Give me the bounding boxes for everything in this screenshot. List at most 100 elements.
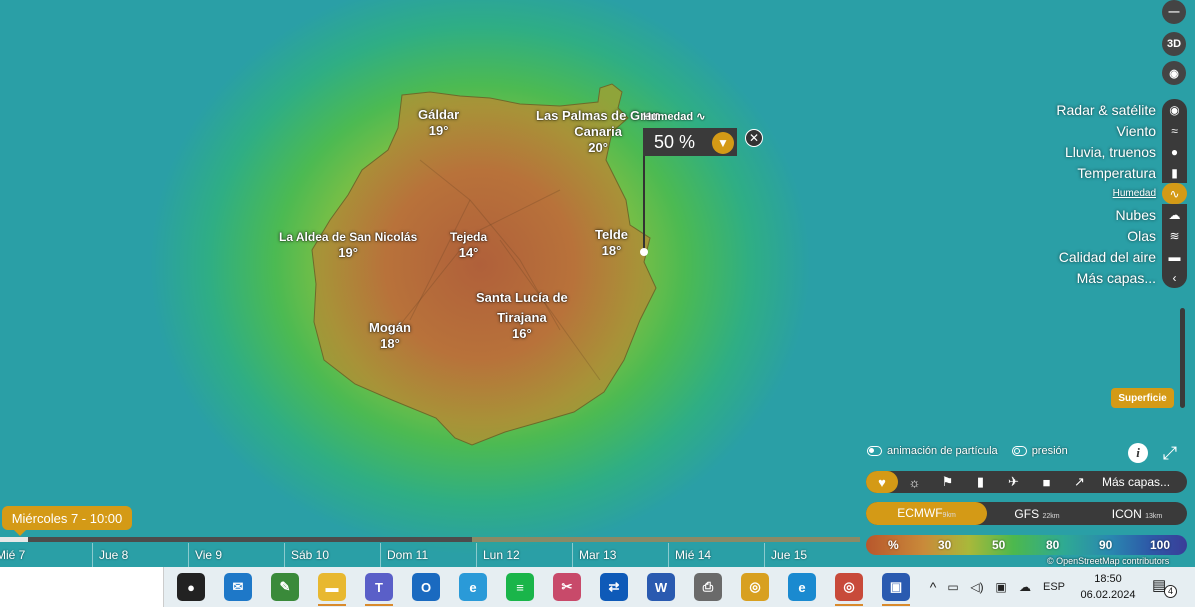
info-icon[interactable]: i — [1128, 443, 1148, 463]
weather-icon[interactable]: ☼ — [898, 475, 931, 490]
chevron-down-icon[interactable]: ▼ — [712, 132, 734, 154]
printer-icon[interactable]: ⎙ — [694, 573, 722, 601]
timeline-future — [472, 537, 860, 542]
taskbar-clock[interactable]: 18:50 06.02.2024 — [1075, 571, 1141, 603]
radar-icon: ◉ — [1162, 99, 1187, 120]
timeline-day[interactable]: Jue 8 — [91, 543, 188, 567]
humidity-icon: ∿ — [1162, 183, 1187, 204]
value-popup[interactable]: Humedad ∿ 50 % ▼ ✕ — [640, 111, 763, 256]
city-label[interactable]: Telde 18° — [595, 227, 628, 259]
teamviewer-icon[interactable]: ⇄ — [600, 573, 628, 601]
city-label[interactable]: Las Palmas de Gran Canaria 20° — [536, 108, 660, 156]
waves-icon: ≋ — [1162, 225, 1187, 246]
layer-item[interactable]: Viento ≈ — [987, 120, 1187, 141]
timeline-day[interactable]: Sáb 10 — [283, 543, 380, 567]
timeline-day[interactable]: Vie 9 — [187, 543, 284, 567]
layer-item[interactable]: Humedad ∿ — [987, 183, 1187, 204]
timeline-day[interactable]: Mié 7 — [0, 543, 92, 567]
mail-icon[interactable]: ✉ — [224, 573, 252, 601]
map-attribution[interactable]: © OpenStreetMap contributors — [1047, 556, 1169, 566]
more-layers-button[interactable]: Más capas... — [1102, 475, 1170, 489]
city-label[interactable]: Gáldar 19° — [418, 107, 459, 139]
layer-item[interactable]: Lluvia, truenos ● — [987, 141, 1187, 162]
timeline-day[interactable]: Mié 14 — [668, 543, 764, 567]
favorite-layers-bar: ♥ ☼ ⚑ ▮ ✈ ■ ↗ Más capas... — [866, 471, 1187, 493]
meet-icon[interactable]: ▭ — [941, 580, 965, 594]
layer-item[interactable]: Olas ≋ — [987, 225, 1187, 246]
close-icon[interactable]: ✕ — [745, 129, 763, 147]
network-icon[interactable]: ▣ — [989, 580, 1013, 594]
layer-item[interactable]: Calidad del aire ▬ — [987, 246, 1187, 267]
city-label[interactable]: La Aldea de San Nicolás 19° — [279, 229, 417, 261]
heart-icon[interactable]: ♥ — [866, 471, 898, 493]
city-name: Santa Lucía de Tirajana — [476, 290, 568, 325]
timeline-day[interactable]: Jue 15 — [764, 543, 860, 567]
language-indicator[interactable]: ESP — [1037, 581, 1071, 593]
city-temperature: 19° — [428, 123, 449, 138]
city-label[interactable]: Mogán 18° — [369, 320, 411, 352]
city-label[interactable]: Santa Lucía de Tirajana 16° — [476, 288, 568, 340]
minus-icon: — — [1168, 6, 1180, 18]
file-explorer-icon[interactable]: ▬ — [318, 573, 346, 606]
particle-animation-toggle[interactable]: animación de partícula — [867, 445, 998, 457]
fullscreen-icon[interactable]: ⤢ — [1160, 443, 1180, 463]
model-name: GFS — [1014, 506, 1040, 521]
layer-label: Viento — [1116, 122, 1156, 139]
internet-explorer-icon[interactable]: e — [459, 573, 487, 601]
current-time-bubble[interactable]: Miércoles 7 - 10:00 — [2, 506, 132, 536]
model-gfs[interactable]: GFS 22km — [987, 507, 1087, 521]
timeline-day[interactable]: Mar 13 — [572, 543, 668, 567]
city-name: Mogán — [369, 320, 411, 335]
flag-icon[interactable]: ⚑ — [931, 474, 964, 490]
layer-item[interactable]: Temperatura ▮ — [987, 162, 1187, 183]
chrome-profile-icon[interactable]: ◎ — [835, 573, 863, 606]
location-marker[interactable] — [640, 248, 648, 256]
layer-item[interactable]: Nubes ☁ — [987, 204, 1187, 225]
model-icon[interactable]: ICON 13km — [1087, 507, 1187, 521]
hurricane-button[interactable]: ◉ — [1162, 61, 1186, 85]
timeline-day[interactable]: Dom 11 — [379, 543, 476, 567]
notification-center[interactable]: ▤ 4 — [1152, 577, 1177, 598]
layer-item[interactable]: Radar & satélite ◉ — [987, 99, 1187, 120]
edge-icon[interactable]: e — [788, 573, 816, 601]
timeline-day[interactable]: Lun 12 — [476, 543, 572, 567]
layers-scrollbar[interactable] — [1180, 308, 1185, 408]
toggle-label: animación de partícula — [887, 445, 998, 457]
pressure-toggle[interactable]: presión — [1011, 445, 1068, 457]
obs-icon[interactable]: ● — [177, 573, 205, 601]
chevron-up-icon[interactable]: ^ — [925, 579, 941, 595]
airplane-icon[interactable]: ✈ — [997, 474, 1030, 490]
chrome-icon[interactable]: ◎ — [741, 573, 769, 601]
humidity-legend[interactable]: % 30 50 80 90 100 — [866, 535, 1187, 555]
popup-pointer — [643, 156, 645, 252]
timeline-cursor[interactable] — [0, 537, 28, 542]
speaker-icon[interactable]: ◁) — [965, 580, 989, 594]
altitude-surface-button[interactable]: Superficie — [1111, 388, 1174, 408]
3d-button[interactable]: 3D — [1162, 32, 1186, 56]
teams-icon[interactable]: T — [365, 573, 393, 606]
city-name: Telde — [595, 227, 628, 242]
outlook-icon[interactable]: O — [412, 573, 440, 601]
car-icon: ▬ — [1162, 246, 1187, 267]
remote-desktop-icon[interactable]: ▣ — [882, 573, 910, 606]
model-resolution: 22km — [1042, 512, 1060, 520]
city-label[interactable]: Tejeda 14° — [450, 229, 487, 261]
timeline-days: Mié 7 Jue 8 Vie 9 Sáb 10 Dom 11 Lun 12 Mar 13 M… — [0, 543, 860, 567]
windows-taskbar: ● ✉ ✎ ▬ T Oe ≡ ✂ ⇄ W ⎙ ◎ e ◎ ▣ ^ ▭ ◁) ▣ ☁ ESP 18:50 06.… — [0, 567, 1195, 607]
cloud-off-icon[interactable]: ☁ — [1013, 580, 1037, 594]
route-icon[interactable]: ↗ — [1063, 474, 1096, 490]
notepad-icon[interactable]: ✎ — [271, 573, 299, 601]
model-ecmwf[interactable]: ECMWF9km — [866, 502, 987, 525]
spotify-icon[interactable]: ≡ — [506, 573, 534, 601]
humidity-icon: ∿ — [696, 111, 706, 123]
zoom-out-button[interactable]: — — [1162, 0, 1186, 24]
layer-item[interactable]: Más capas... ‹ — [987, 267, 1187, 288]
active-indicator — [318, 604, 346, 606]
legend-tick: 30 — [938, 538, 952, 552]
taskbar-search-box[interactable] — [0, 567, 164, 607]
thermometer-icon[interactable]: ▮ — [964, 474, 997, 490]
timeline-bar[interactable] — [0, 537, 860, 542]
snipping-tool-icon[interactable]: ✂ — [553, 573, 581, 601]
word-icon[interactable]: W — [647, 573, 675, 601]
webcam-icon[interactable]: ■ — [1030, 475, 1063, 490]
